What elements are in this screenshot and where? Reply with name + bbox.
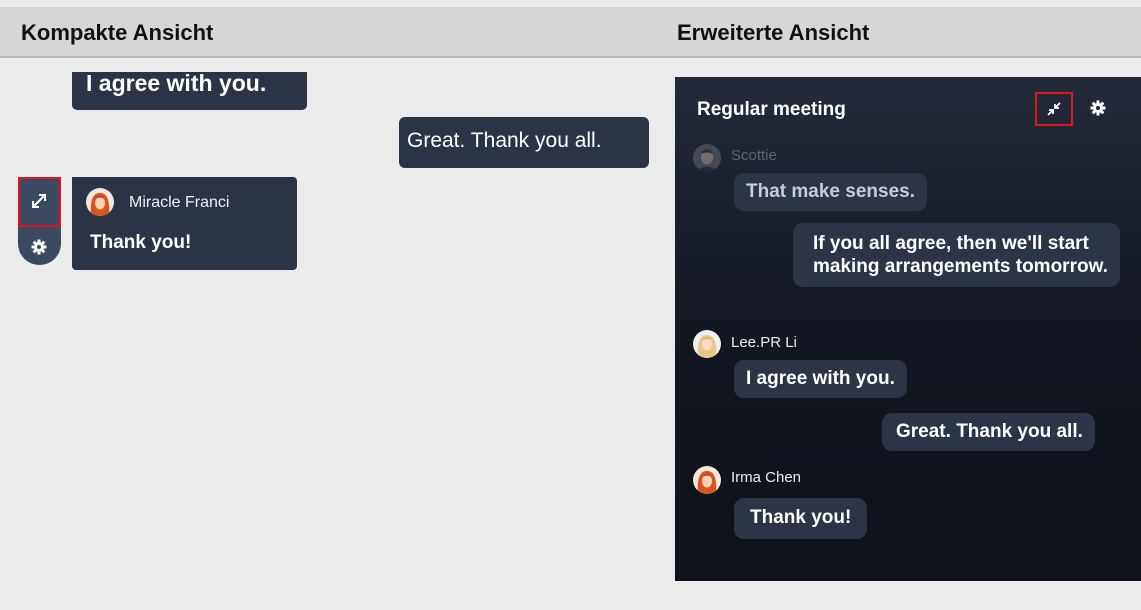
compact-message-great: Great. Thank you all.: [399, 117, 649, 168]
sender-name: Lee.PR Li: [731, 334, 797, 351]
message-bubble-self: If you all agree, then we'll start makin…: [793, 223, 1120, 287]
message-bubble: Thank you!: [734, 498, 868, 539]
message-text: Thank you!: [90, 232, 192, 253]
sender-name: Irma Chen: [731, 469, 802, 486]
settings-icon: [31, 239, 47, 255]
message-text: I agree with you.: [86, 70, 267, 96]
sender-name: Scottie: [731, 147, 777, 164]
message-text: If you all agree, then we'll start makin…: [813, 233, 1108, 277]
collapse-button-highlight: [1035, 92, 1073, 126]
settings-icon: [1090, 100, 1106, 116]
avatar: [693, 330, 721, 358]
avatar: [86, 188, 114, 216]
expanded-view-heading: Erweiterte Ansicht: [677, 20, 870, 45]
message-text: Thank you!: [750, 507, 852, 528]
message-text: Great. Thank you all.: [896, 421, 1083, 442]
message-text: Great. Thank you all.: [407, 129, 602, 152]
settings-button[interactable]: [18, 231, 61, 265]
expanded-chat-panel: Regular meeting Scottie That make senses…: [675, 77, 1141, 581]
message-text: I agree with you.: [746, 368, 895, 389]
message-bubble: That make senses.: [734, 173, 927, 211]
compact-view-heading: Kompakte Ansicht: [21, 20, 214, 45]
expand-button-highlight: [18, 177, 61, 227]
chat-title: Regular meeting: [697, 99, 846, 120]
avatar: [693, 144, 721, 172]
compact-message-card: Miracle Franci Thank you!: [72, 177, 297, 270]
avatar: [693, 466, 721, 494]
settings-button[interactable]: [1085, 95, 1111, 121]
sender-name: Miracle Franci: [129, 194, 230, 211]
section-header-bar: Kompakte Ansicht Erweiterte Ansicht: [0, 7, 1141, 58]
message-bubble-self: Great. Thank you all.: [882, 413, 1095, 451]
message-bubble: I agree with you.: [734, 360, 907, 398]
compact-message-agree: I agree with you.: [72, 72, 307, 110]
message-text: That make senses.: [746, 181, 915, 202]
